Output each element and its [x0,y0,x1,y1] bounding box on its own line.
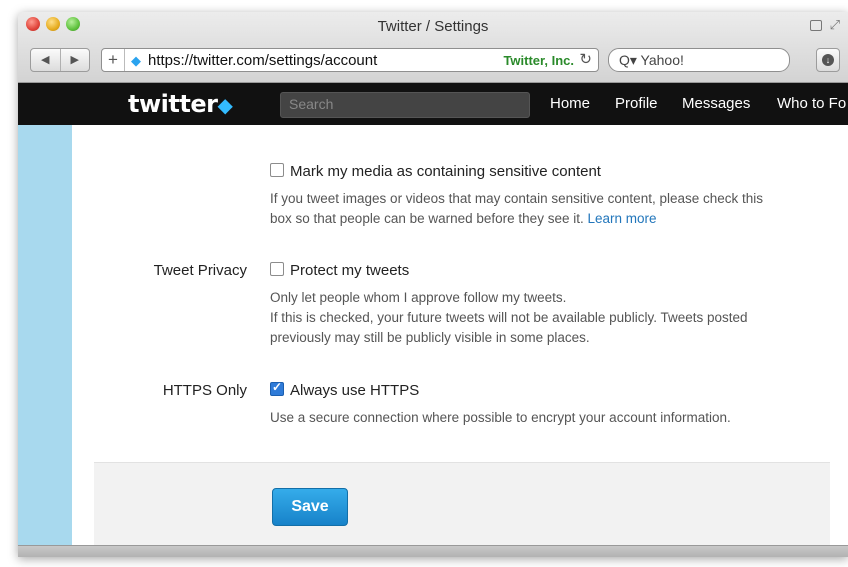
window-bottom-bar [18,545,848,557]
tweet-privacy-help-line2: If this is checked, your future tweets w… [270,310,748,325]
twitter-search-placeholder: Search [289,96,334,112]
https-help: Use a secure connection where possible t… [270,410,731,425]
url-text[interactable]: https://twitter.com/settings/account [148,52,377,69]
download-icon: ↓ [822,54,834,66]
nav-messages[interactable]: Messages [682,95,750,112]
page-sidebar-background [18,125,72,545]
tweet-privacy-label: Tweet Privacy [153,262,247,279]
save-button[interactable]: Save [272,488,348,526]
always-https-option[interactable]: Always use HTTPS [270,380,420,399]
fullscreen-icon[interactable]: ⤢ [830,17,840,33]
nav-who-to-follow[interactable]: Who to Fo [777,95,846,112]
tweet-privacy-help: Only let people whom I approve follow my… [270,288,748,348]
twitter-search-input[interactable]: Search [280,92,530,118]
save-area: Save [94,462,830,546]
window-title: Twitter / Settings [377,18,489,35]
bird-icon: ◆ [217,93,233,117]
protect-tweets-label: Protect my tweets [290,262,410,279]
browser-window: Twitter / Settings ⤢ ◀ ▶ + ◆ https://twi… [18,12,848,557]
reload-icon[interactable]: ↻ [579,50,592,68]
address-bar[interactable]: + ◆ https://twitter.com/settings/account… [101,48,599,72]
twitter-navbar: twitter◆ Search Home Profile Messages Wh… [18,83,848,125]
forward-button[interactable]: ▶ [61,49,90,71]
sensitive-media-option[interactable]: Mark my media as containing sensitive co… [270,163,601,180]
logo-text: twitter [128,90,218,118]
settings-content: Mark my media as containing sensitive co… [72,125,848,546]
tweet-privacy-help-line3: previously may still be publicly visible… [270,330,590,345]
twitter-logo[interactable]: twitter◆ [128,90,233,118]
lock-icon [810,20,822,31]
sensitive-media-help-line2-container: box so that people can be warned before … [270,209,763,229]
sensitive-media-help: If you tweet images or videos that may c… [270,189,763,229]
learn-more-link[interactable]: Learn more [587,211,656,226]
https-only-label: HTTPS Only [162,382,247,399]
protect-tweets-option[interactable]: Protect my tweets [270,262,409,279]
add-bookmark-button[interactable]: + [102,49,125,71]
nav-profile[interactable]: Profile [615,95,658,112]
search-field-value: Q▾ Yahoo! [619,52,684,68]
tweet-privacy-help-line1: Only let people whom I approve follow my… [270,290,567,305]
sensitive-media-help-line1: If you tweet images or videos that may c… [270,191,764,206]
nav-home[interactable]: Home [550,95,590,112]
site-favicon-icon: ◆ [131,53,141,68]
history-nav: ◀ ▶ [30,48,90,72]
sensitive-media-checkbox[interactable] [270,163,284,177]
sensitive-media-help-line2: box so that people can be warned before … [270,211,584,226]
back-button[interactable]: ◀ [31,49,61,71]
title-bar: Twitter / Settings ⤢ ◀ ▶ + ◆ https://twi… [18,12,848,83]
sensitive-media-label: Mark my media as containing sensitive co… [290,163,601,180]
browser-search-field[interactable]: Q▾ Yahoo! [608,48,790,72]
download-button[interactable]: ↓ [816,48,840,72]
certificate-label[interactable]: Twitter, Inc. [503,53,574,68]
always-https-label: Always use HTTPS [290,382,420,399]
protect-tweets-checkbox[interactable] [270,262,284,276]
always-https-checkbox[interactable] [270,380,284,396]
